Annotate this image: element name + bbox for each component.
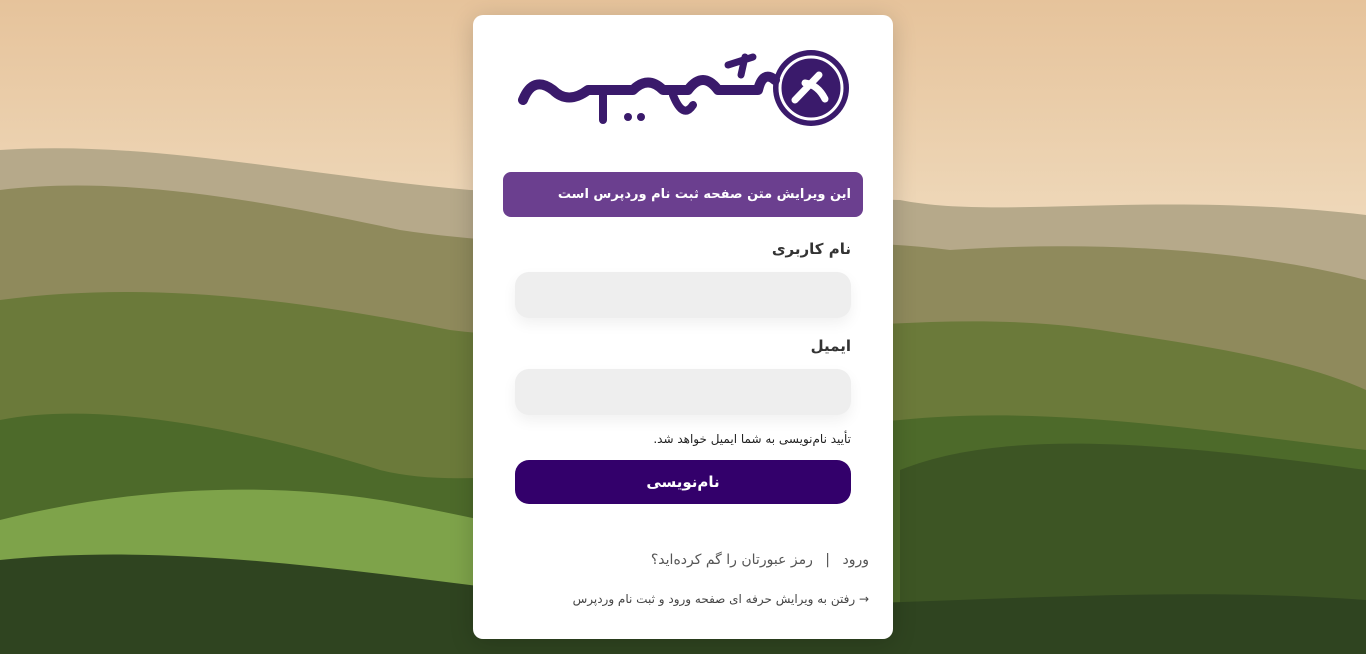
username-input[interactable]: [515, 272, 851, 318]
email-input[interactable]: [515, 369, 851, 415]
back-to-editor-link[interactable]: → رفتن به ویرایش حرفه ای صفحه ورود و ثبت…: [573, 592, 869, 606]
nav-separator: |: [825, 552, 831, 568]
info-notice: این ویرایش متن صفحه ثبت نام وردپرس است: [503, 172, 863, 217]
lost-password-link[interactable]: رمز عبورتان را گم کرده‌اید؟: [651, 552, 813, 568]
confirmation-hint: تأیید نام‌نویسی به شما ایمیل خواهد شد.: [653, 432, 851, 446]
register-button[interactable]: نام‌نویسی: [515, 460, 851, 504]
registration-card: این ویرایش متن صفحه ثبت نام وردپرس است ن…: [473, 15, 893, 639]
login-link[interactable]: ورود: [842, 552, 869, 568]
graph-wordpress-logo[interactable]: [513, 45, 853, 135]
username-label: نام کاربری: [771, 240, 851, 258]
email-label: ایمیل: [810, 337, 851, 355]
auth-nav-links: ورود | رمز عبورتان را گم کرده‌اید؟: [651, 552, 869, 568]
